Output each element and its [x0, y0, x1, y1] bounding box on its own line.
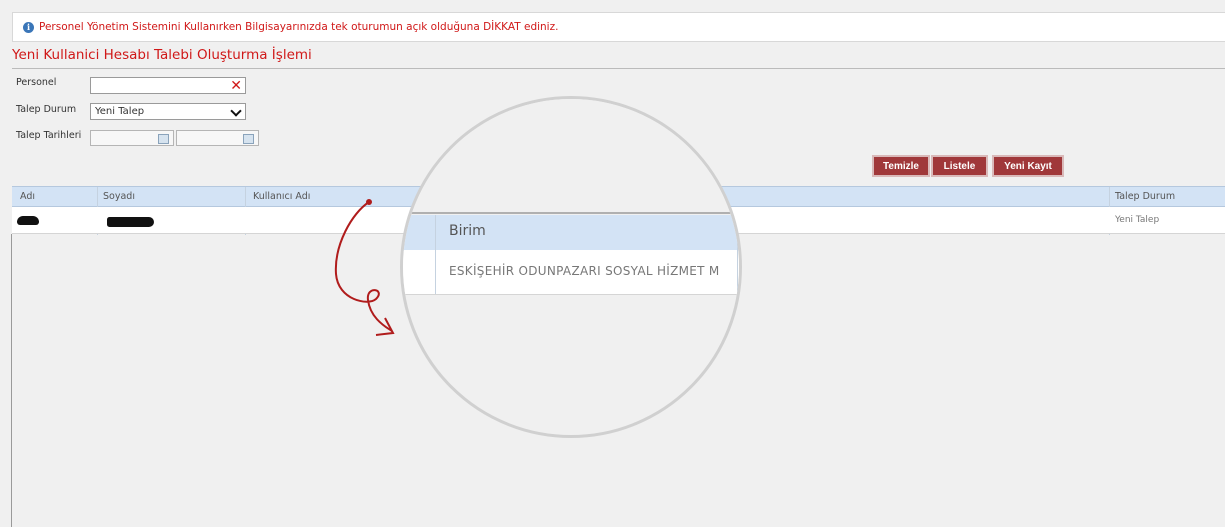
- arrow-curve: [334, 201, 393, 332]
- annotation-arrow: [334, 199, 395, 336]
- app-frame: i Personel Yönetim Sistemini Kullanırken…: [0, 0, 1225, 527]
